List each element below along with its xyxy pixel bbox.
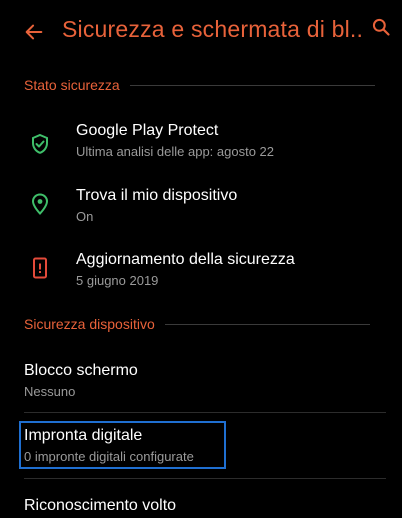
list-item-trova-dispositivo[interactable]: Trova il mio dispositivo On xyxy=(0,178,402,238)
list-item-riconoscimento-volto[interactable]: Riconoscimento volto xyxy=(0,484,402,518)
section-title: Stato sicurezza xyxy=(24,77,120,93)
list-item-aggiornamento-sicurezza[interactable]: Aggiornamento della sicurezza 5 giugno 2… xyxy=(0,244,402,304)
search-button[interactable] xyxy=(368,14,394,40)
shield-check-icon xyxy=(28,132,52,156)
list-divider xyxy=(24,412,386,413)
section-header-sicurezza-dispositivo: Sicurezza dispositivo xyxy=(24,314,370,334)
app-bar: Sicurezza e schermata di bl... xyxy=(0,0,402,68)
item-title: Trova il mio dispositivo xyxy=(76,187,238,204)
focus-highlight xyxy=(19,421,226,469)
item-title: Aggiornamento della sicurezza xyxy=(76,251,295,268)
item-subtitle: Nessuno xyxy=(24,384,76,399)
phone-alert-icon xyxy=(28,256,52,280)
section-divider xyxy=(129,84,375,86)
page-title: Sicurezza e schermata di bl... xyxy=(62,16,362,42)
arrow-left-icon xyxy=(25,24,43,40)
item-subtitle: On xyxy=(76,209,94,224)
location-pin-icon xyxy=(28,192,52,216)
list-item-blocco-schermo[interactable]: Blocco schermo Nessuno xyxy=(0,356,402,408)
section-header-stato-sicurezza: Stato sicurezza xyxy=(24,75,375,95)
section-divider xyxy=(164,323,370,325)
item-subtitle: Ultima analisi delle app: agosto 22 xyxy=(76,144,275,159)
item-subtitle: 5 giugno 2019 xyxy=(76,273,159,288)
list-item-google-play-protect[interactable]: Google Play Protect Ultima analisi delle… xyxy=(0,110,402,170)
item-title: Blocco schermo xyxy=(24,362,138,379)
list-divider xyxy=(24,478,386,479)
item-title: Google Play Protect xyxy=(76,122,219,139)
item-title: Riconoscimento volto xyxy=(24,497,177,514)
section-title: Sicurezza dispositivo xyxy=(24,316,155,332)
search-icon xyxy=(372,18,390,36)
back-button[interactable] xyxy=(20,18,48,46)
